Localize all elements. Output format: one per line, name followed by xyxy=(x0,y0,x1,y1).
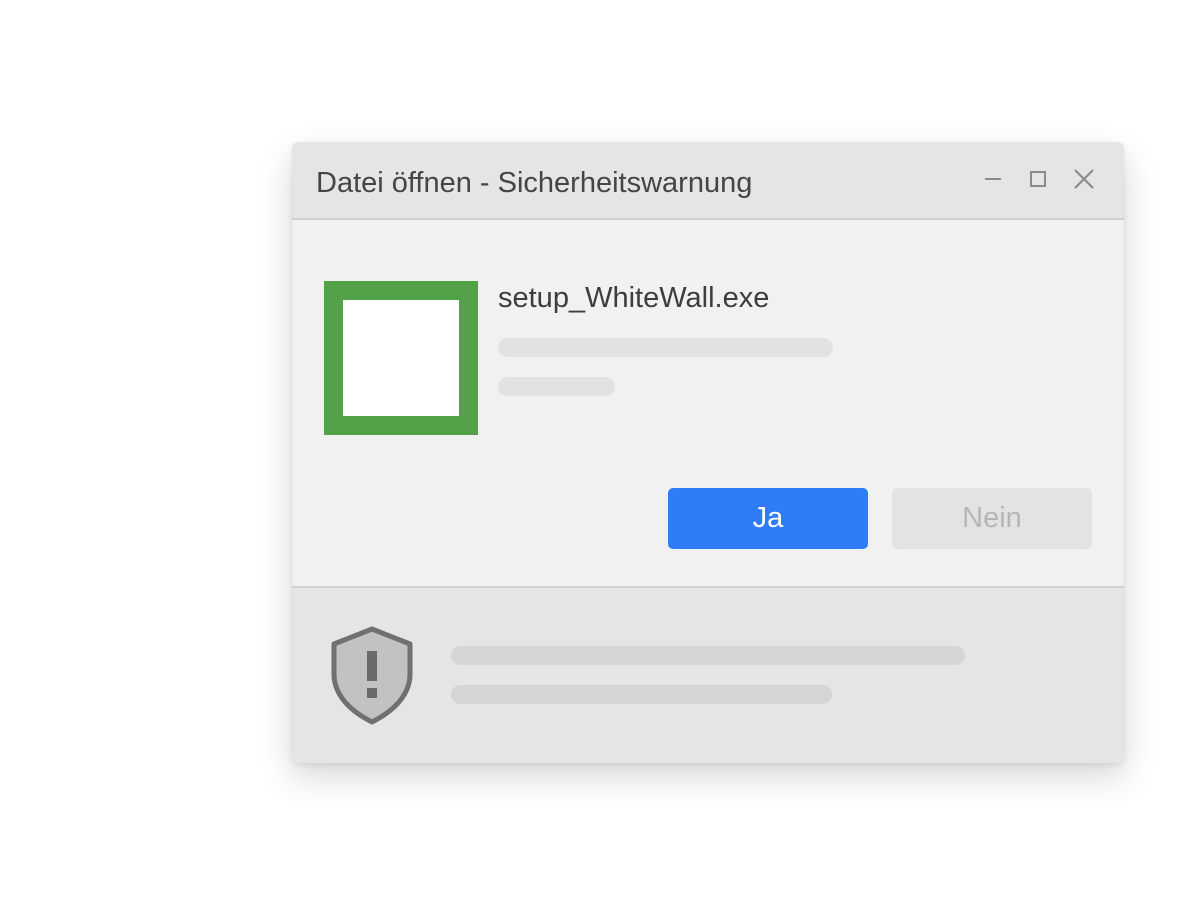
file-info-placeholder-line-short xyxy=(498,377,615,396)
no-button[interactable]: Nein xyxy=(892,488,1092,549)
maximize-icon xyxy=(1030,171,1046,187)
close-button[interactable] xyxy=(1071,166,1097,192)
close-icon xyxy=(1074,169,1094,189)
yes-button[interactable]: Ja xyxy=(668,488,868,549)
warning-footer xyxy=(292,586,1124,763)
dialog-title: Datei öffnen - Sicherheitswarnung xyxy=(316,167,753,199)
warning-text-placeholder-line xyxy=(451,646,965,665)
file-name: setup_WhiteWall.exe xyxy=(498,282,770,314)
minimize-button[interactable] xyxy=(980,166,1006,192)
title-bar[interactable]: Datei öffnen - Sicherheitswarnung xyxy=(292,142,1124,220)
minimize-icon xyxy=(985,178,1001,180)
shield-warning-icon xyxy=(330,626,414,726)
file-icon-inner xyxy=(343,300,459,416)
warning-text-placeholder-line-short xyxy=(451,685,832,704)
maximize-button[interactable] xyxy=(1025,166,1051,192)
file-info-placeholder-line xyxy=(498,338,833,357)
file-icon xyxy=(324,281,478,435)
security-warning-dialog: Datei öffnen - Sicherheitswarnung setup_… xyxy=(292,142,1124,763)
